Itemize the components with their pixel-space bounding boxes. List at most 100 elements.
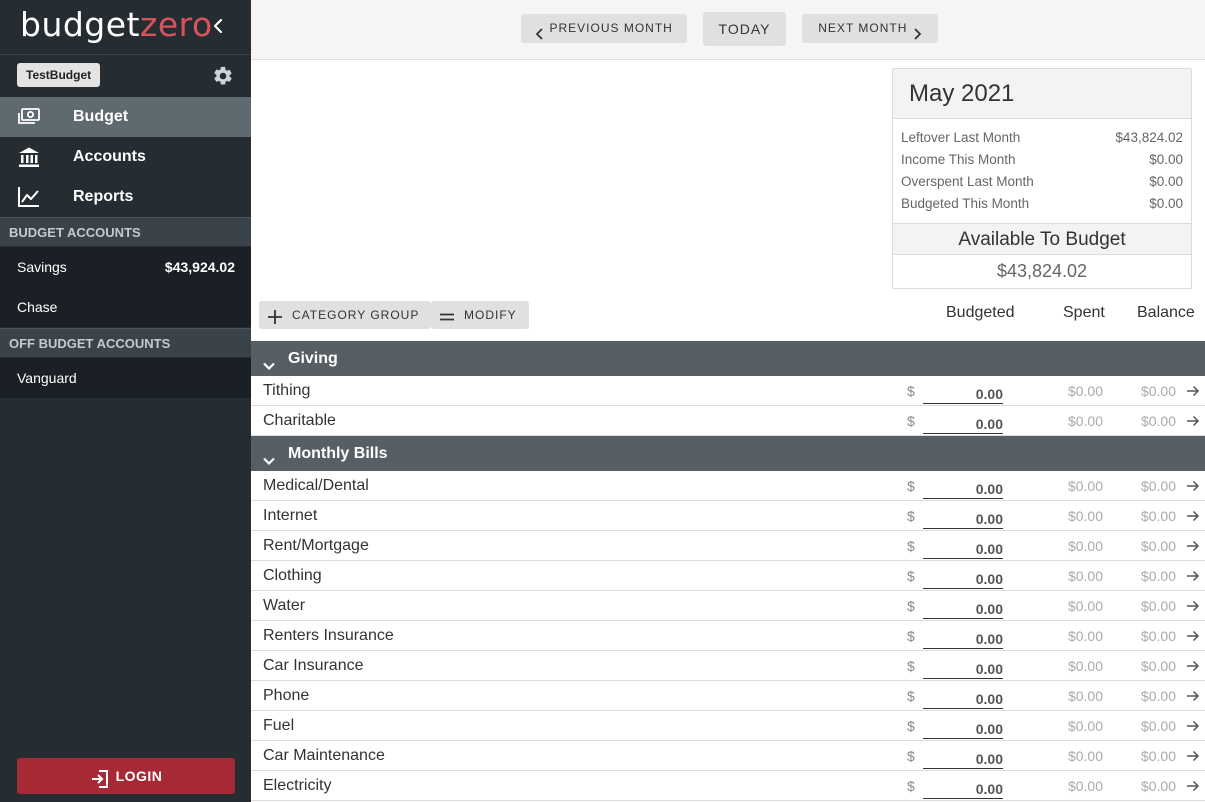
chevron-down-icon[interactable] xyxy=(262,446,276,466)
previous-month-button[interactable]: PREVIOUS MONTH xyxy=(521,14,687,43)
budgeted-input[interactable] xyxy=(923,594,1003,619)
spent-amount[interactable]: $0.00 xyxy=(1068,561,1103,591)
account-name: Chase xyxy=(17,299,58,315)
gear-icon[interactable] xyxy=(212,65,234,87)
budgeted-input[interactable] xyxy=(923,504,1003,529)
today-label: TODAY xyxy=(718,21,771,37)
budgeted-input[interactable] xyxy=(923,474,1003,499)
budgeted-input[interactable] xyxy=(923,714,1003,739)
collapse-sidebar-icon[interactable] xyxy=(208,14,228,38)
category-row: Rent/Mortgage $ $0.00 $0.00 xyxy=(251,531,1205,561)
modify-button[interactable]: MODIFY xyxy=(431,301,529,329)
arrow-right-icon[interactable] xyxy=(1186,719,1200,733)
account-item-chase[interactable]: Chase xyxy=(0,287,251,327)
balance-amount: $0.00 xyxy=(1140,658,1176,674)
arrow-right-icon[interactable] xyxy=(1186,659,1200,673)
category-name[interactable]: Car Insurance xyxy=(263,651,364,681)
category-name[interactable]: Electricity xyxy=(263,771,331,801)
balance-amount: $0.00 xyxy=(1140,718,1176,734)
spent-amount[interactable]: $0.00 xyxy=(1068,376,1103,406)
budgeted-input[interactable] xyxy=(923,624,1003,649)
modify-label: MODIFY xyxy=(464,308,517,322)
next-month-button[interactable]: NEXT MONTH xyxy=(802,14,938,43)
category-name[interactable]: Renters Insurance xyxy=(263,621,394,651)
spent-amount[interactable]: $0.00 xyxy=(1068,771,1103,801)
spent-amount[interactable]: $0.00 xyxy=(1068,711,1103,741)
category-group-row[interactable]: Giving xyxy=(251,341,1205,376)
arrow-right-icon[interactable] xyxy=(1186,414,1200,428)
category-row: Car Insurance $ $0.00 $0.00 xyxy=(251,651,1205,681)
arrow-right-icon[interactable] xyxy=(1186,569,1200,583)
available-to-budget-label: Available To Budget xyxy=(893,223,1191,255)
budget-selector-row: TestBudget xyxy=(0,55,251,97)
category-name[interactable]: Clothing xyxy=(263,561,322,591)
nav-accounts[interactable]: Accounts xyxy=(0,137,251,177)
currency-symbol: $ xyxy=(907,778,915,794)
arrow-right-icon[interactable] xyxy=(1186,539,1200,553)
budgeted-input[interactable] xyxy=(923,684,1003,709)
nav-budget[interactable]: Budget xyxy=(0,97,251,137)
category-name[interactable]: Water xyxy=(263,591,305,621)
category-group-name: Giving xyxy=(288,350,338,367)
budgeted-input[interactable] xyxy=(923,564,1003,589)
category-group-row[interactable]: Monthly Bills xyxy=(251,436,1205,471)
balance-amount: $0.00 xyxy=(1140,778,1176,794)
arrow-right-icon[interactable] xyxy=(1186,689,1200,703)
budgeted-input[interactable] xyxy=(923,654,1003,679)
balance-amount: $0.00 xyxy=(1140,598,1176,614)
category-name[interactable]: Fuel xyxy=(263,711,294,741)
spent-amount[interactable]: $0.00 xyxy=(1068,681,1103,711)
arrow-right-icon[interactable] xyxy=(1186,629,1200,643)
summary-label: Overspent Last Month xyxy=(901,174,1034,189)
nav-reports[interactable]: Reports xyxy=(0,177,251,217)
arrow-right-icon[interactable] xyxy=(1186,509,1200,523)
spent-amount[interactable]: $0.00 xyxy=(1068,651,1103,681)
spent-amount[interactable]: $0.00 xyxy=(1068,621,1103,651)
arrow-right-icon[interactable] xyxy=(1186,384,1200,398)
budgeted-input[interactable] xyxy=(923,409,1003,434)
currency-symbol: $ xyxy=(907,718,915,734)
spent-amount[interactable]: $0.00 xyxy=(1068,591,1103,621)
summary-line: Leftover Last Month $43,824.02 xyxy=(901,127,1183,149)
category-name[interactable]: Phone xyxy=(263,681,309,711)
today-button[interactable]: TODAY xyxy=(703,12,786,46)
budgeted-input[interactable] xyxy=(923,379,1003,404)
login-button[interactable]: LOGIN xyxy=(17,758,235,794)
summary-line: Budgeted This Month $0.00 xyxy=(901,193,1183,215)
budget-name-chip[interactable]: TestBudget xyxy=(17,63,101,87)
summary-value: $0.00 xyxy=(1149,196,1183,211)
spent-amount[interactable]: $0.00 xyxy=(1068,471,1103,501)
account-item-savings[interactable]: Savings $43,924.02 xyxy=(0,247,251,287)
spent-amount[interactable]: $0.00 xyxy=(1068,531,1103,561)
category-group-label: CATEGORY GROUP xyxy=(292,308,420,322)
category-name[interactable]: Car Maintenance xyxy=(263,741,385,771)
arrow-right-icon[interactable] xyxy=(1186,599,1200,613)
account-name: Savings xyxy=(17,259,67,275)
budgeted-input[interactable] xyxy=(923,744,1003,769)
budgeted-input[interactable] xyxy=(923,534,1003,559)
spent-amount[interactable]: $0.00 xyxy=(1068,501,1103,531)
category-name[interactable]: Internet xyxy=(263,501,317,531)
chevron-down-icon[interactable] xyxy=(262,351,276,371)
nav-label: Reports xyxy=(73,188,134,205)
spent-amount[interactable]: $0.00 xyxy=(1068,741,1103,771)
account-name: Vanguard xyxy=(17,370,77,386)
category-name[interactable]: Medical/Dental xyxy=(263,471,369,501)
summary-label: Leftover Last Month xyxy=(901,130,1021,145)
column-header-balance: Balance xyxy=(1137,304,1195,321)
arrow-right-icon[interactable] xyxy=(1186,779,1200,793)
arrow-right-icon[interactable] xyxy=(1186,479,1200,493)
category-row: Internet $ $0.00 $0.00 xyxy=(251,501,1205,531)
spent-amount[interactable]: $0.00 xyxy=(1068,406,1103,436)
category-name[interactable]: Charitable xyxy=(263,406,336,436)
currency-symbol: $ xyxy=(907,628,915,644)
account-item-vanguard[interactable]: Vanguard xyxy=(0,358,251,398)
balance-amount: $0.00 xyxy=(1140,478,1176,494)
category-name[interactable]: Tithing xyxy=(263,376,310,406)
category-name[interactable]: Rent/Mortgage xyxy=(263,531,369,561)
month-nav-bar: PREVIOUS MONTH TODAY NEXT MONTH xyxy=(251,0,1205,60)
arrow-right-icon[interactable] xyxy=(1186,749,1200,763)
budgeted-input[interactable] xyxy=(923,774,1003,799)
add-category-group-button[interactable]: CATEGORY GROUP xyxy=(259,301,432,329)
summary-label: Income This Month xyxy=(901,152,1016,167)
